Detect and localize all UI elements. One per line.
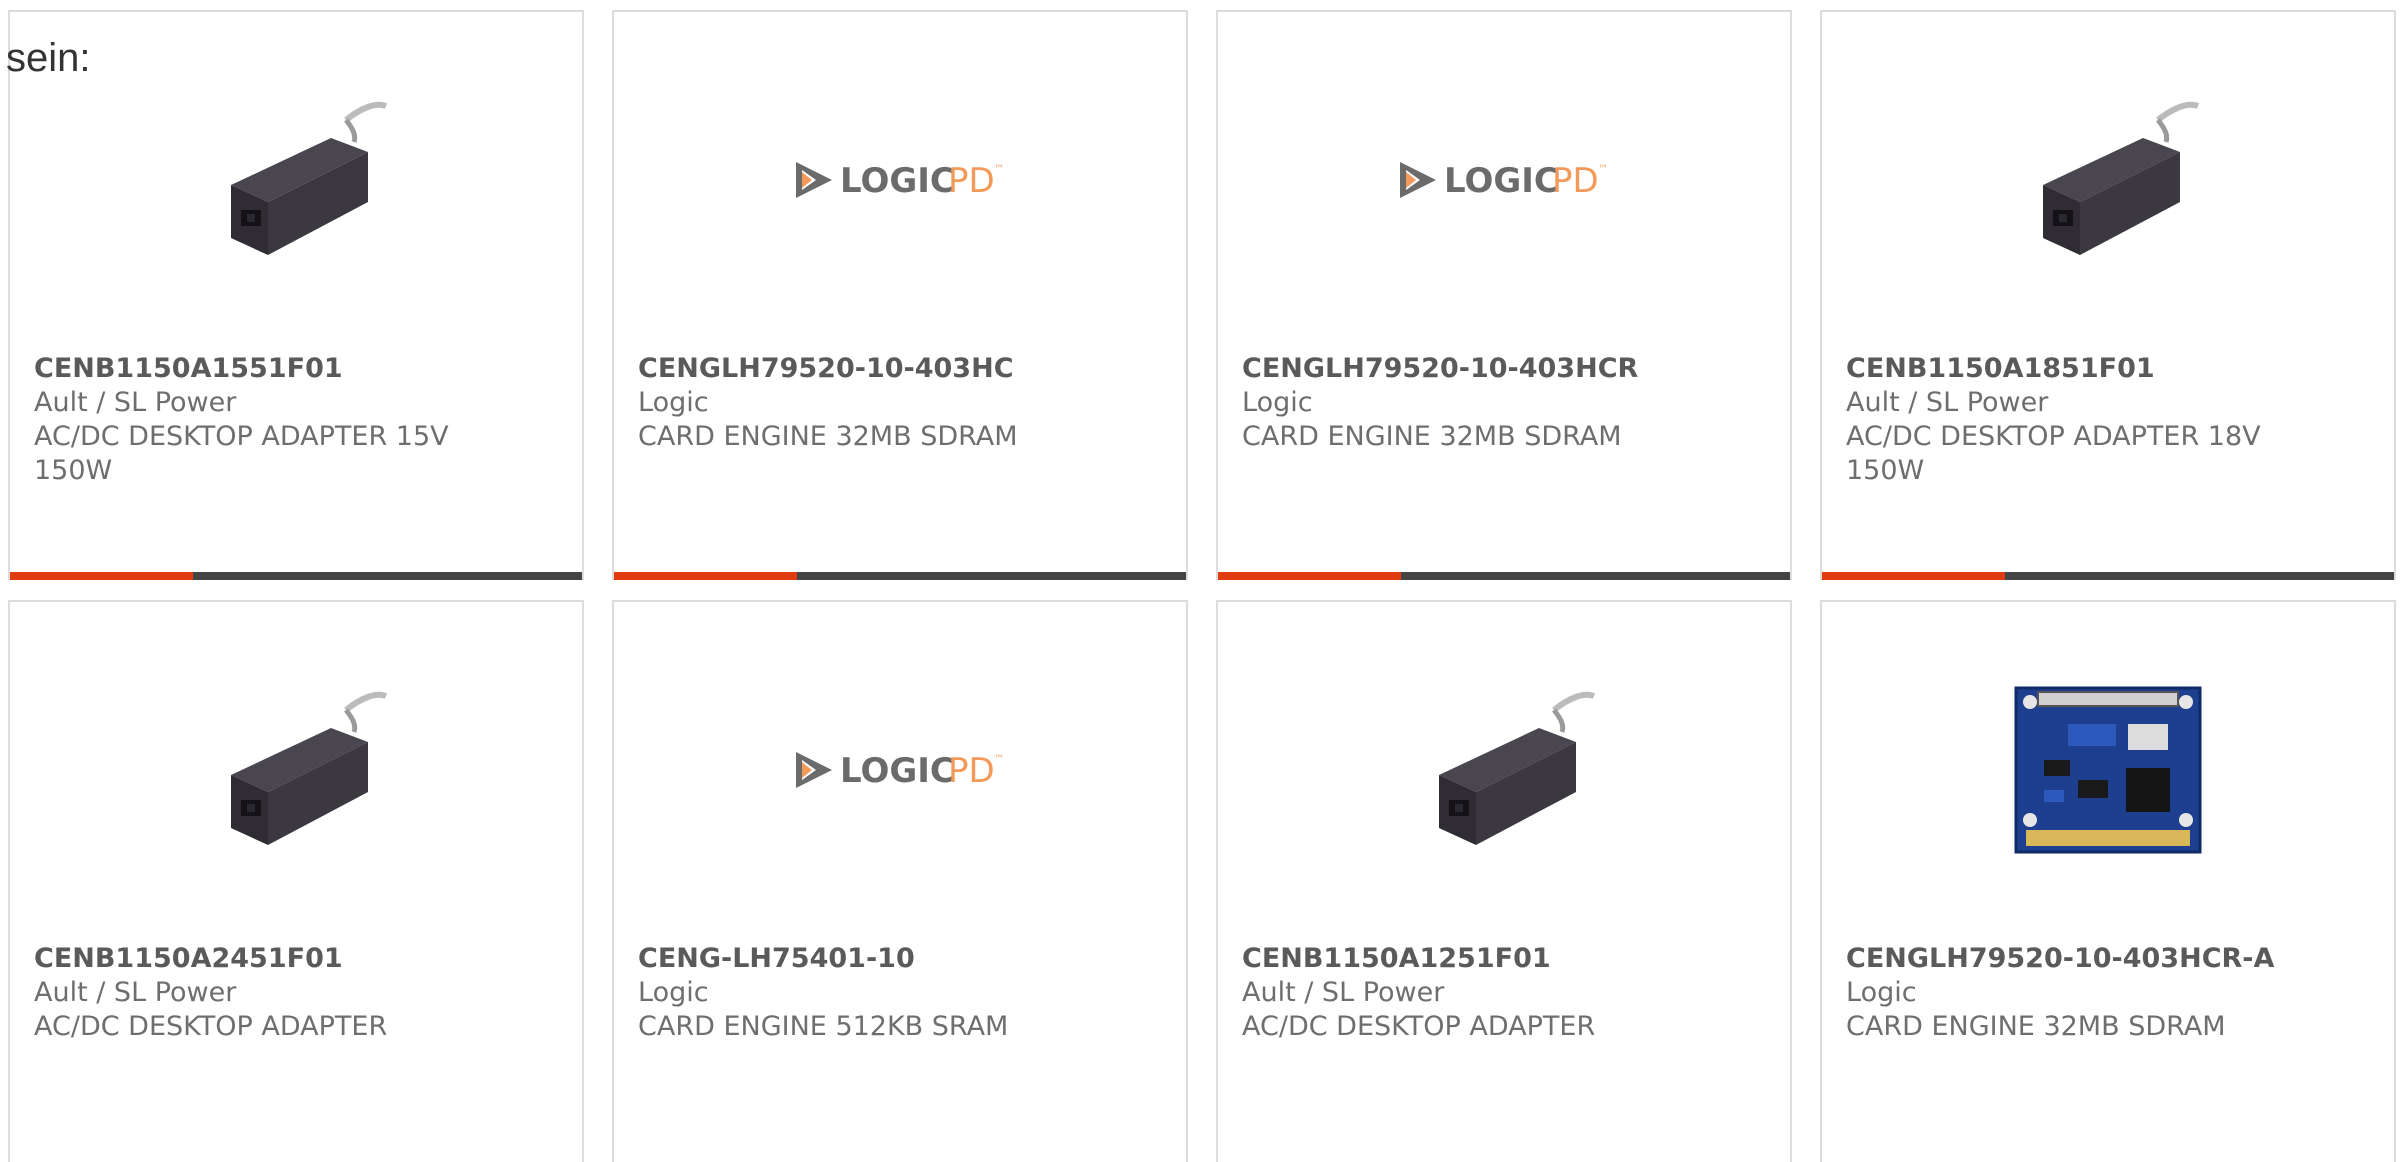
product-card[interactable]: LOGIC PD ™ CENGLH79520-10-403HCR Logic C…	[1216, 10, 1792, 580]
logic-pd-logo-icon: LOGIC PD ™	[1218, 80, 1790, 280]
progress-bar	[1218, 572, 1790, 580]
product-card[interactable]: LOGIC PD ™ CENG-LH75401-10 Logic CARD EN…	[612, 600, 1188, 1162]
part-number[interactable]: CENGLH79520-10-403HCR	[1242, 352, 1766, 386]
page-label: sein:	[6, 36, 91, 80]
product-grid: CENB1150A1551F01 Ault / SL Power AC/DC D…	[8, 10, 2400, 1162]
logic-pd-logo-icon: LOGIC PD ™	[614, 80, 1186, 280]
logo-word-logic: LOGIC	[840, 161, 955, 201]
product-card[interactable]: CENB1150A1251F01 Ault / SL Power AC/DC D…	[1216, 600, 1792, 1162]
progress-fill	[1822, 572, 2006, 580]
logo-trademark: ™	[1598, 164, 1608, 175]
product-card[interactable]: CENB1150A2451F01 Ault / SL Power AC/DC D…	[8, 600, 584, 1162]
logo-word-pd: PD	[948, 161, 995, 201]
part-number[interactable]: CENB1150A1251F01	[1242, 942, 1766, 976]
progress-bar	[614, 572, 1186, 580]
progress-fill	[10, 572, 194, 580]
manufacturer: Ault / SL Power	[34, 387, 237, 418]
product-description: AC/DC DESKTOP ADAPTER 18V 150W	[1846, 421, 2261, 486]
manufacturer: Ault / SL Power	[1846, 387, 2049, 418]
manufacturer: Logic	[638, 387, 709, 418]
product-description: AC/DC DESKTOP ADAPTER	[1242, 1011, 1596, 1042]
part-number[interactable]: CENB1150A1851F01	[1846, 352, 2370, 386]
part-number[interactable]: CENGLH79520-10-403HCR-A	[1846, 942, 2370, 976]
power-adapter-icon	[1218, 670, 1790, 870]
part-number[interactable]: CENB1150A1551F01	[34, 352, 558, 386]
product-card[interactable]: CENGLH79520-10-403HCR-A Logic CARD ENGIN…	[1820, 600, 2396, 1162]
product-card[interactable]: CENB1150A1551F01 Ault / SL Power AC/DC D…	[8, 10, 584, 580]
part-number[interactable]: CENG-LH75401-10	[638, 942, 1162, 976]
power-adapter-icon	[10, 80, 582, 280]
product-description: AC/DC DESKTOP ADAPTER	[34, 1011, 388, 1042]
power-adapter-icon	[10, 670, 582, 870]
logo-word-pd: PD	[948, 751, 995, 791]
manufacturer: Logic	[1242, 387, 1313, 418]
logo-word-pd: PD	[1552, 161, 1599, 201]
logo-trademark: ™	[994, 754, 1004, 765]
product-description: CARD ENGINE 32MB SDRAM	[1242, 421, 1622, 452]
progress-fill	[614, 572, 798, 580]
circuit-board-icon	[1822, 670, 2394, 870]
part-number[interactable]: CENB1150A2451F01	[34, 942, 558, 976]
manufacturer: Logic	[1846, 977, 1917, 1008]
product-card[interactable]: LOGIC PD ™ CENGLH79520-10-403HC Logic CA…	[612, 10, 1188, 580]
power-adapter-icon	[1822, 80, 2394, 280]
progress-fill	[1218, 572, 1402, 580]
progress-bar	[10, 572, 582, 580]
part-number[interactable]: CENGLH79520-10-403HC	[638, 352, 1162, 386]
manufacturer: Ault / SL Power	[34, 977, 237, 1008]
product-description: CARD ENGINE 32MB SDRAM	[1846, 1011, 2226, 1042]
manufacturer: Logic	[638, 977, 709, 1008]
product-description: CARD ENGINE 512KB SRAM	[638, 1011, 1009, 1042]
logo-trademark: ™	[994, 164, 1004, 175]
product-card[interactable]: CENB1150A1851F01 Ault / SL Power AC/DC D…	[1820, 10, 2396, 580]
manufacturer: Ault / SL Power	[1242, 977, 1445, 1008]
product-description: AC/DC DESKTOP ADAPTER 15V 150W	[34, 421, 449, 486]
logic-pd-logo-icon: LOGIC PD ™	[614, 670, 1186, 870]
progress-bar	[1822, 572, 2394, 580]
logo-word-logic: LOGIC	[840, 751, 955, 791]
product-description: CARD ENGINE 32MB SDRAM	[638, 421, 1018, 452]
logo-word-logic: LOGIC	[1444, 161, 1559, 201]
